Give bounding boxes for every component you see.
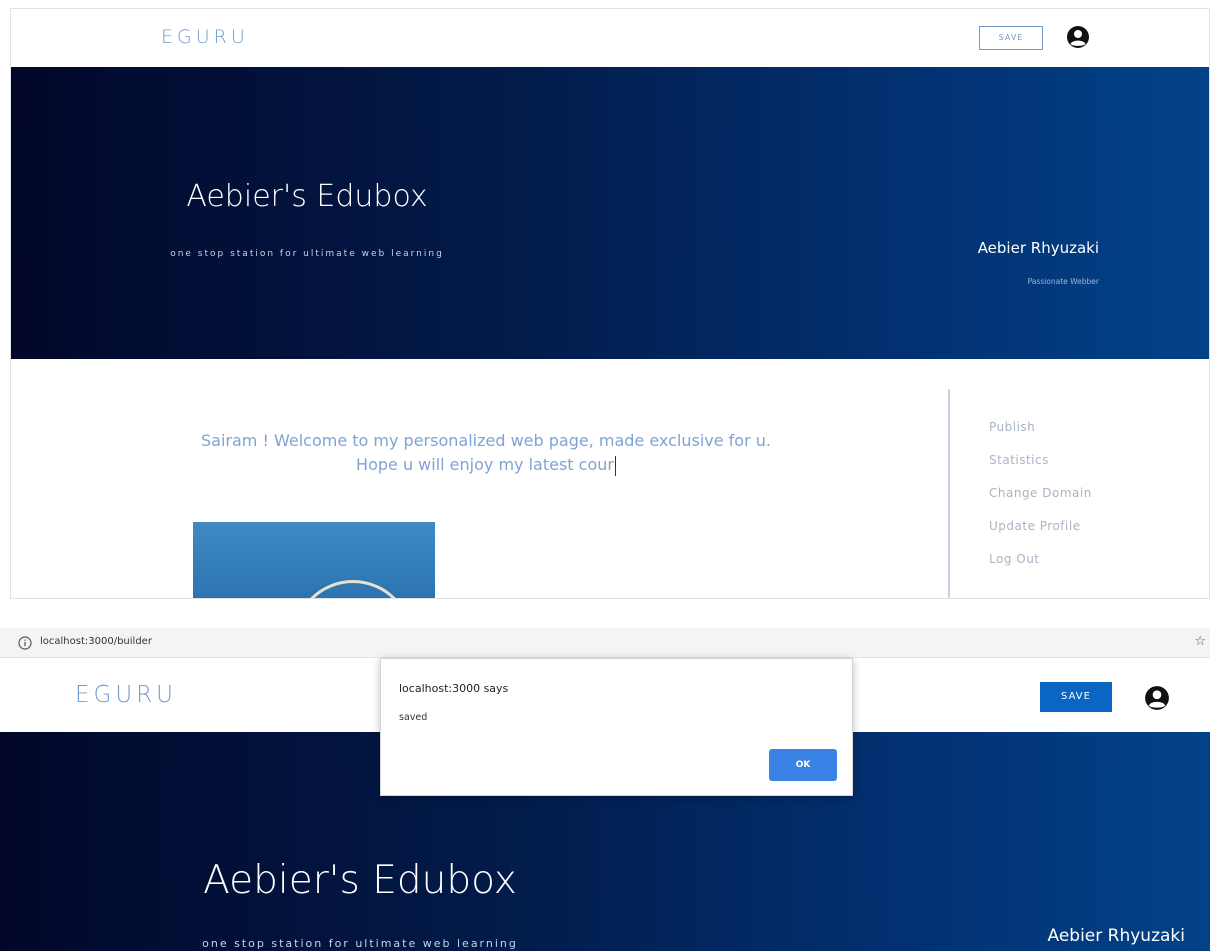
alert-dialog: localhost:3000 says saved OK bbox=[380, 658, 853, 796]
profile-role: Passionate Webber bbox=[1027, 277, 1099, 286]
welcome-text-editor[interactable]: Sairam ! Welcome to my personalized web … bbox=[141, 429, 831, 477]
brand-logo[interactable]: EGURU bbox=[75, 682, 177, 708]
menu-item-change-domain[interactable]: Change Domain bbox=[989, 485, 1092, 518]
menu-item-statistics[interactable]: Statistics bbox=[989, 452, 1092, 485]
profile-name: Aebier Rhyuzaki bbox=[977, 239, 1099, 257]
save-button[interactable]: SAVE bbox=[1040, 682, 1112, 712]
hero-subtitle: one stop station for ultimate web learni… bbox=[170, 249, 444, 259]
browser-address-bar[interactable]: localhost:3000/builder ☆ bbox=[0, 628, 1210, 658]
star-icon[interactable]: ☆ bbox=[1194, 634, 1206, 649]
ok-button[interactable]: OK bbox=[769, 749, 837, 781]
sidebar-divider bbox=[948, 389, 950, 598]
menu-item-log-out[interactable]: Log Out bbox=[989, 551, 1092, 584]
menu-item-update-profile[interactable]: Update Profile bbox=[989, 518, 1092, 551]
welcome-line-1: Sairam ! Welcome to my personalized web … bbox=[201, 431, 771, 450]
thumbnail-graphic bbox=[293, 580, 413, 598]
welcome-line-2: Hope u will enjoy my latest cour bbox=[356, 455, 614, 474]
course-thumbnail[interactable] bbox=[193, 522, 435, 598]
hero-banner: Aebier's Edubox one stop station for ult… bbox=[11, 67, 1209, 359]
info-icon[interactable] bbox=[18, 636, 32, 650]
profile-name: Aebier Rhyuzaki bbox=[1047, 926, 1186, 946]
user-circle-icon[interactable] bbox=[1066, 25, 1090, 49]
hero-title: Aebier's Edubox bbox=[203, 858, 517, 903]
menu-item-publish[interactable]: Publish bbox=[989, 419, 1092, 452]
brand-logo[interactable]: EGURU bbox=[161, 26, 249, 48]
dialog-message: saved bbox=[399, 712, 428, 723]
dialog-title: localhost:3000 says bbox=[399, 682, 509, 695]
text-caret bbox=[614, 455, 616, 476]
hero-title: Aebier's Edubox bbox=[186, 179, 428, 214]
top-navbar: EGURU SAVE bbox=[11, 9, 1209, 67]
builder-view-top: EGURU SAVE Aebier's Edubox one stop stat… bbox=[10, 8, 1210, 599]
hero-subtitle: one stop station for ultimate web learni… bbox=[202, 937, 518, 950]
side-menu: Publish Statistics Change Domain Update … bbox=[989, 419, 1092, 584]
url-text[interactable]: localhost:3000/builder bbox=[40, 636, 152, 647]
save-button[interactable]: SAVE bbox=[979, 26, 1043, 50]
user-circle-icon[interactable] bbox=[1144, 685, 1170, 711]
page-content: Sairam ! Welcome to my personalized web … bbox=[11, 359, 1209, 598]
builder-view-bottom: localhost:3000/builder ☆ EGURU SAVE Aebi… bbox=[0, 628, 1210, 951]
